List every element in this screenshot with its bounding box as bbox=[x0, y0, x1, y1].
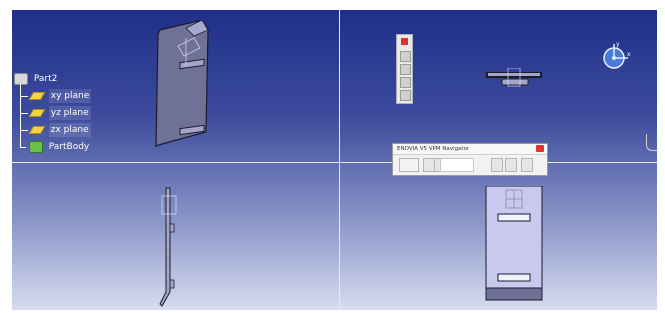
part-view-bottom-right bbox=[485, 186, 543, 301]
part-side-tab-upper bbox=[169, 223, 175, 233]
part-view-bottom-left bbox=[159, 187, 177, 307]
plane-icon bbox=[28, 92, 46, 100]
toolbar-button-4[interactable] bbox=[400, 90, 411, 101]
compass-x-label: x bbox=[627, 51, 631, 58]
tree-item-partbody[interactable]: PartBody bbox=[20, 140, 89, 154]
tree-root-label: Part2 bbox=[33, 74, 58, 84]
part-top-bar-highlight bbox=[488, 73, 540, 76]
enovia-titlebar[interactable]: ENOVIA V5 VPM Navigator bbox=[393, 144, 547, 155]
enovia-vpm-navigator-toolbar[interactable]: ENOVIA V5 VPM Navigator bbox=[392, 143, 548, 176]
viewport-split-vertical bbox=[339, 10, 340, 310]
toolbar-field[interactable] bbox=[440, 158, 474, 172]
partbody-icon bbox=[28, 141, 43, 153]
compass-widget[interactable]: y x bbox=[596, 40, 632, 76]
viewport-split-horizontal bbox=[12, 162, 657, 163]
part-side-tab-lower bbox=[169, 279, 175, 289]
help-icon[interactable] bbox=[521, 158, 533, 172]
plane-icon bbox=[28, 126, 46, 134]
tree-connector bbox=[20, 112, 28, 114]
part-side-profile bbox=[159, 187, 171, 307]
toolbar-button-1[interactable] bbox=[400, 51, 411, 62]
tree-item-zx-plane[interactable]: zx plane bbox=[20, 123, 91, 137]
close-icon[interactable] bbox=[536, 145, 544, 152]
plane-icon bbox=[28, 109, 46, 117]
compass-center bbox=[612, 56, 616, 60]
slot-lower bbox=[497, 273, 531, 282]
view-edge-marker bbox=[646, 134, 657, 151]
compass-y-label: y bbox=[616, 41, 620, 48]
catia-window: Part2 xy plane yz plane zx plane PartBod… bbox=[0, 0, 665, 313]
toolbar-button-3[interactable] bbox=[400, 77, 411, 88]
part-view-top-left bbox=[155, 20, 209, 147]
part-view-top-right bbox=[486, 68, 542, 87]
toolbar-icon-4[interactable] bbox=[505, 158, 517, 172]
tree-item-xy-plane[interactable]: xy plane bbox=[20, 89, 92, 103]
part-front-bottom-band bbox=[485, 287, 543, 301]
tree-item-label: zx plane bbox=[48, 123, 91, 137]
catia-3d-viewport[interactable]: Part2 xy plane yz plane zx plane PartBod… bbox=[12, 10, 657, 310]
mini-vertical-toolbar bbox=[396, 34, 413, 104]
tree-item-yz-plane[interactable]: yz plane bbox=[20, 106, 91, 120]
tree-connector bbox=[20, 146, 26, 148]
tree-connector bbox=[20, 95, 28, 97]
enovia-logo-icon[interactable] bbox=[399, 158, 419, 172]
tree-item-label: yz plane bbox=[48, 106, 91, 120]
slot-upper bbox=[497, 213, 531, 222]
enovia-title: ENOVIA V5 VPM Navigator bbox=[397, 146, 470, 152]
tree-item-label: xy plane bbox=[48, 89, 92, 103]
toolbar-button-2[interactable] bbox=[400, 64, 411, 75]
toolbar-icon-3[interactable] bbox=[491, 158, 503, 172]
tree-item-label: PartBody bbox=[48, 142, 90, 152]
part-icon bbox=[14, 73, 28, 85]
close-icon[interactable] bbox=[401, 38, 408, 45]
tree-connector bbox=[20, 129, 28, 131]
part-top-block bbox=[501, 78, 529, 86]
